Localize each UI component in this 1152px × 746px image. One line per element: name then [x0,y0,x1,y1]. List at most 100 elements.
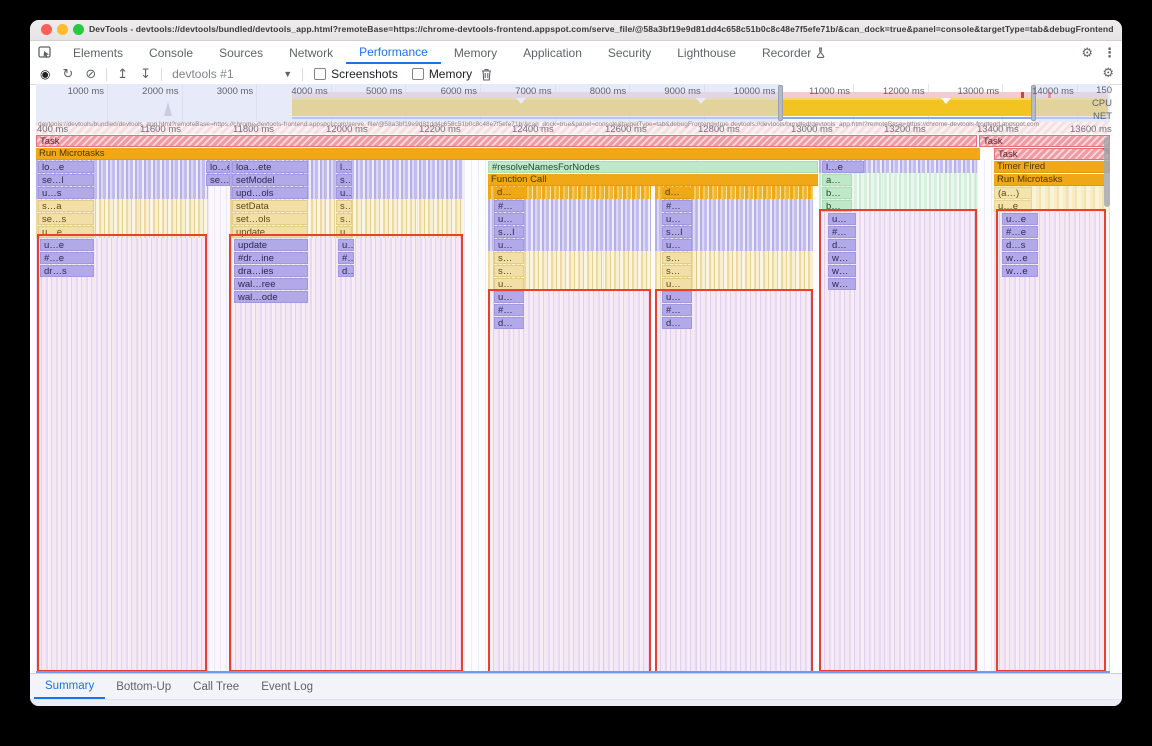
flame-bar[interactable]: u… [662,278,692,290]
tab-summary[interactable]: Summary [34,674,105,699]
flame-bar[interactable]: s… [494,265,524,277]
reload-and-record-button[interactable]: ↻ [62,67,73,81]
flame-bar[interactable]: s…a [38,200,94,212]
long-task-highlight-box [37,234,207,672]
screenshots-checkbox[interactable]: Screenshots [314,67,398,81]
inspect-icon [38,46,52,59]
flame-texture-band [464,160,488,673]
flame-bar[interactable]: Timer Fired [994,161,1110,173]
flame-bar[interactable]: s… [662,265,692,277]
tab-memory[interactable]: Memory [441,41,510,64]
flame-bar[interactable]: s… [662,252,692,264]
trash-icon[interactable] [481,68,492,81]
overview-tick-label: 14000 ms [1016,86,1074,97]
flame-bar[interactable]: loa…ete [232,161,308,173]
flame-bar[interactable]: u…s [38,187,94,199]
more-options-icon[interactable]: ⋮ [1103,45,1116,61]
tab-performance[interactable]: Performance [346,41,441,64]
load-profile-button[interactable]: ↥ [117,67,128,81]
flame-bar[interactable]: d… [494,187,524,199]
flame-bar[interactable]: s…l [494,226,524,238]
flame-bar[interactable]: s…l [662,226,692,238]
tab-lighthouse[interactable]: Lighthouse [664,41,749,64]
tab-sources[interactable]: Sources [206,41,276,64]
flame-bar[interactable]: s… [336,200,352,212]
flame-bar[interactable]: Task [36,135,977,147]
flame-bar[interactable]: s…l [336,174,352,186]
cpu-track-label: CPU [1092,97,1112,110]
flame-bar[interactable]: Run Microtasks [36,148,980,160]
clear-recording-button[interactable]: ⊘ [85,67,96,81]
flame-bar[interactable]: b… [822,187,852,199]
checkbox-box [412,68,424,80]
checkbox-box [314,68,326,80]
overview-tick-label: 1000 ms [46,86,104,97]
inspect-element-button[interactable] [30,41,60,64]
tab-bottom-up[interactable]: Bottom-Up [105,674,182,699]
tab-event-log[interactable]: Event Log [250,674,324,699]
flame-bar[interactable]: #resolveNamesForNodes [488,161,818,173]
flame-bottom-rule [36,671,1110,673]
record-button[interactable]: ◉ [40,67,50,81]
tab-recorder[interactable]: Recorder [749,41,838,64]
flame-bar[interactable]: Run Microtasks [994,174,1104,186]
net-track-label: NET [1092,110,1112,123]
flame-bar[interactable]: setModel [232,174,308,186]
flame-bar[interactable]: se…l [38,174,94,186]
flame-bar[interactable]: a… [822,174,852,186]
flame-bar[interactable]: s… [494,252,524,264]
flame-bar[interactable]: u… [662,239,692,251]
long-task-highlight-box [229,234,463,672]
flame-bar[interactable]: Function Call [488,174,818,186]
tab-network[interactable]: Network [276,41,346,64]
frame-url-text: devtools://devtools/bundled/devtools_app… [38,121,1108,128]
memory-checkbox[interactable]: Memory [412,67,472,81]
overview-tick-label: 3000 ms [195,86,253,97]
flame-bar[interactable]: l… [336,161,352,173]
maximize-window-button[interactable] [73,24,84,35]
flame-bar[interactable]: Task [994,148,1110,160]
flame-bar[interactable]: se…s [38,213,94,225]
flame-texture-band [208,186,230,673]
chevron-down-icon: ▼ [283,69,292,79]
flame-bar[interactable]: u… [494,278,524,290]
flame-bar[interactable]: d… [662,187,692,199]
tab-application[interactable]: Application [510,41,595,64]
flame-bar[interactable]: lo…e [38,161,94,173]
flame-bar[interactable]: Task [979,135,1110,147]
timeline-overview[interactable]: 1000 ms2000 ms3000 ms4000 ms5000 ms6000 … [36,84,1110,122]
flame-bar[interactable]: upd…ols [232,187,308,199]
flame-bar[interactable]: #… [662,200,692,212]
flame-bar[interactable]: l…e [822,161,864,173]
settings-gear-icon[interactable]: ⚙ [1081,46,1093,59]
flame-bar[interactable]: s… [336,213,352,225]
tab-call-tree[interactable]: Call Tree [182,674,250,699]
flame-bar[interactable]: u… [494,213,524,225]
screenshot-stage: DevTools - devtools://devtools/bundled/d… [0,0,1152,746]
flame-bar[interactable]: #… [494,200,524,212]
tab-console[interactable]: Console [136,41,206,64]
capture-settings-gear-icon[interactable]: ⚙ [1102,66,1114,79]
long-task-highlight-box [655,289,813,673]
flame-bar[interactable]: setData [232,200,308,212]
overview-tick-label: 11000 ms [792,86,850,97]
overview-tick-label: 12000 ms [867,86,925,97]
main-flamechart[interactable]: TaskTaskRun MicrotasksTasklo…elo…eloa…et… [36,134,1110,673]
flame-bar[interactable]: u… [494,239,524,251]
minimize-window-button[interactable] [57,24,68,35]
flame-texture-band [977,160,994,673]
performance-toolbar: ◉ ↻ ⊘ ↥ ↧ devtools #1 ▼ Screenshots Memo… [30,64,1122,85]
flame-bar[interactable]: se…l [206,174,230,186]
tab-elements[interactable]: Elements [60,41,136,64]
selection-left-handle[interactable] [778,85,783,121]
flame-bar[interactable]: lo…e [206,161,230,173]
flame-bar[interactable]: u… [662,213,692,225]
flame-bar[interactable]: set…ols [232,213,308,225]
profile-select[interactable]: devtools #1 ▼ [172,67,292,81]
vertical-scrollbar-thumb[interactable] [1104,137,1110,207]
close-window-button[interactable] [41,24,52,35]
flame-bar[interactable]: (a…) [994,187,1032,199]
flame-bar[interactable]: u… [336,187,352,199]
tab-security[interactable]: Security [595,41,664,64]
save-profile-button[interactable]: ↧ [140,67,151,81]
